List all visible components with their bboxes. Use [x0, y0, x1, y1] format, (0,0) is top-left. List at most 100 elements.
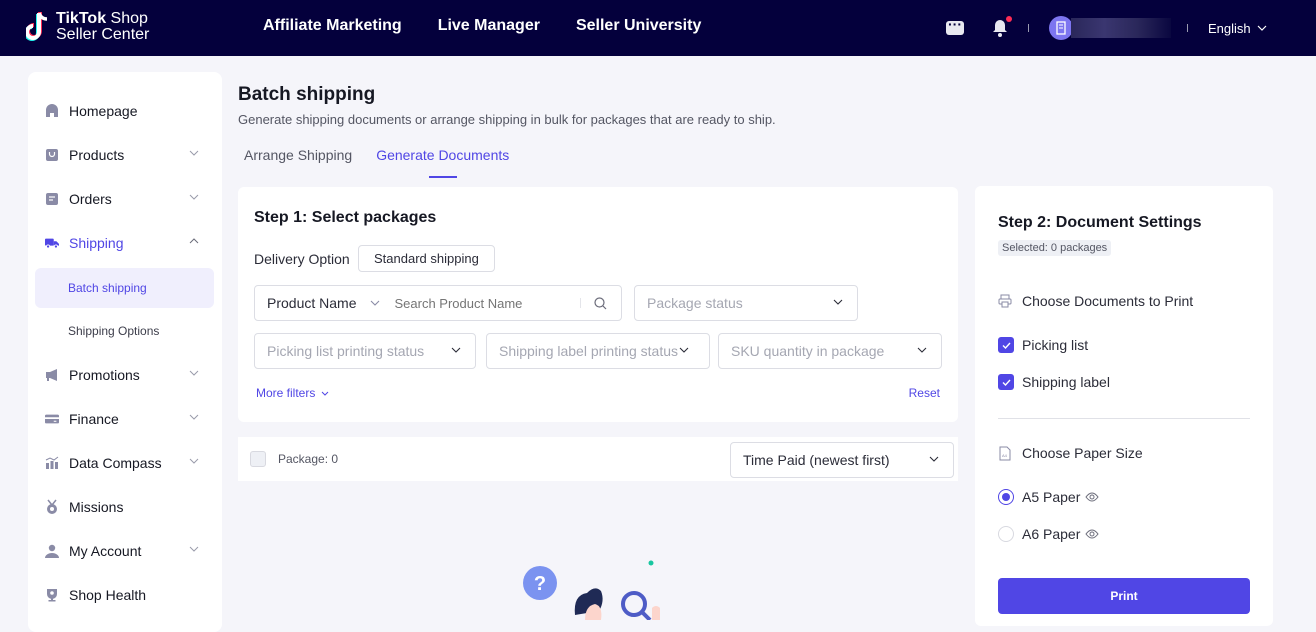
eye-icon[interactable] — [1085, 529, 1100, 539]
nav-live-manager[interactable]: Live Manager — [438, 17, 540, 35]
picking-list-checkbox[interactable] — [998, 337, 1014, 353]
sidebar-item-label: Promotions — [69, 367, 140, 383]
delivery-option-standard-shipping[interactable]: Standard shipping — [358, 245, 495, 272]
reset-link[interactable]: Reset — [909, 386, 940, 400]
package-list-header: Package: 0 Time Paid (newest first) — [238, 437, 958, 481]
sidebar-subitem-shipping-options[interactable]: Shipping Options — [35, 311, 214, 351]
chevron-down-icon — [189, 150, 199, 156]
language-label: English — [1208, 20, 1251, 36]
sidebar-item-data-compass[interactable]: Data Compass — [28, 441, 222, 485]
chart-icon — [45, 456, 59, 470]
product-search-field: Product Name — [254, 285, 622, 321]
sidebar-subitem-batch-shipping[interactable]: Batch shipping — [35, 268, 214, 308]
sidebar-item-label: Shipping — [69, 235, 124, 251]
chevron-down-icon — [189, 546, 199, 552]
top-bar: TikTok Shop Seller Center Affiliate Mark… — [0, 0, 1316, 56]
bag-icon — [45, 148, 59, 162]
svg-text:A4: A4 — [1002, 453, 1008, 458]
chevron-down-icon — [321, 391, 329, 396]
tab-generate-documents[interactable]: Generate Documents — [376, 147, 509, 178]
sidebar-subitem-label: Batch shipping — [68, 281, 147, 295]
chevron-down-icon — [929, 456, 939, 462]
trophy-icon — [45, 588, 59, 602]
chat-icon[interactable] — [946, 16, 964, 35]
language-selector[interactable]: English — [1208, 21, 1267, 36]
a5-paper-radio[interactable] — [998, 489, 1014, 505]
sort-select[interactable]: Time Paid (newest first) — [730, 442, 954, 478]
a6-paper-option[interactable]: A6 Paper — [998, 526, 1100, 542]
select-all-checkbox[interactable] — [250, 451, 266, 467]
package-status-select[interactable]: Package status — [634, 285, 858, 321]
eye-icon[interactable] — [1085, 492, 1100, 502]
sidebar-item-shop-health[interactable]: Shop Health — [28, 573, 222, 617]
megaphone-icon — [45, 368, 59, 382]
logo-shop: Shop — [106, 10, 148, 27]
paper-a4-icon: A4 — [999, 446, 1011, 460]
sidebar-item-label: My Account — [69, 543, 142, 559]
nav-seller-university[interactable]: Seller University — [576, 17, 701, 35]
sidebar-item-shipping[interactable]: Shipping — [28, 221, 222, 265]
tiktok-shop-logo[interactable]: TikTok Shop Seller Center — [24, 10, 150, 44]
sidebar-item-label: Products — [69, 147, 125, 163]
chevron-down-icon — [189, 414, 199, 420]
search-icon[interactable] — [594, 297, 607, 310]
package-count: Package: 0 — [278, 452, 339, 466]
sidebar-item-label: Finance — [69, 411, 119, 427]
shop-avatar[interactable] — [1049, 16, 1073, 40]
selected-count-badge: Selected: 0 packages — [998, 240, 1112, 256]
home-icon — [45, 104, 59, 118]
sidebar-item-homepage[interactable]: Homepage — [28, 89, 222, 133]
step2-card: Step 2: Document Settings Selected: 0 pa… — [975, 186, 1273, 626]
a5-paper-option[interactable]: A5 Paper — [998, 489, 1100, 505]
divider — [1028, 24, 1029, 32]
sidebar-item-orders[interactable]: Orders — [28, 177, 222, 221]
logo-brand: TikTok — [56, 10, 107, 27]
sidebar-item-products[interactable]: Products — [28, 133, 222, 177]
choose-documents-label: Choose Documents to Print — [1022, 293, 1194, 309]
delivery-option-label: Delivery Option — [254, 251, 350, 267]
page-title: Batch shipping — [238, 84, 376, 105]
search-type-select[interactable]: Product Name — [267, 295, 356, 311]
a5-paper-label: A5 Paper — [1022, 489, 1081, 505]
printer-icon — [998, 294, 1012, 308]
bell-icon[interactable] — [992, 16, 1012, 37]
sku-quantity-placeholder: SKU quantity in package — [731, 343, 885, 359]
chevron-down-icon[interactable] — [370, 300, 380, 306]
print-button[interactable]: Print — [998, 578, 1250, 614]
sidebar: Homepage Products Orders Shipping Batch … — [28, 72, 222, 632]
medal-icon — [45, 499, 59, 514]
picking-list-option[interactable]: Picking list — [998, 337, 1088, 353]
picking-list-status-select[interactable]: Picking list printing status — [254, 333, 476, 369]
package-status-placeholder: Package status — [647, 295, 743, 311]
shipping-label-status-placeholder: Shipping label printing status — [499, 343, 679, 359]
a6-paper-radio[interactable] — [998, 526, 1014, 542]
divider — [580, 298, 581, 308]
sku-quantity-select[interactable]: SKU quantity in package — [718, 333, 942, 369]
search-input[interactable] — [394, 295, 575, 311]
chevron-down-icon — [451, 347, 461, 353]
card-icon — [45, 412, 59, 426]
document-icon — [45, 192, 59, 206]
nav-affiliate-marketing[interactable]: Affiliate Marketing — [263, 17, 402, 35]
logo-subtitle: Seller Center — [56, 26, 150, 43]
user-icon — [45, 544, 59, 558]
sidebar-item-label: Data Compass — [69, 455, 162, 471]
step1-title: Step 1: Select packages — [254, 209, 437, 226]
sort-value: Time Paid (newest first) — [743, 452, 890, 468]
divider — [998, 418, 1250, 419]
sidebar-item-promotions[interactable]: Promotions — [28, 353, 222, 397]
tab-arrange-shipping[interactable]: Arrange Shipping — [244, 147, 352, 177]
sidebar-item-missions[interactable]: Missions — [28, 485, 222, 529]
chevron-up-icon — [189, 238, 199, 244]
shipping-label-checkbox[interactable] — [998, 374, 1014, 390]
sidebar-item-my-account[interactable]: My Account — [28, 529, 222, 573]
sidebar-subitem-label: Shipping Options — [68, 324, 160, 338]
shipping-label-option[interactable]: Shipping label — [998, 374, 1110, 390]
picking-list-status-placeholder: Picking list printing status — [267, 343, 425, 359]
step1-card: Step 1: Select packages Delivery Option … — [238, 187, 958, 422]
truck-icon — [45, 236, 59, 250]
sidebar-item-finance[interactable]: Finance — [28, 397, 222, 441]
shipping-label-status-select[interactable]: Shipping label printing status — [486, 333, 710, 369]
more-filters-toggle[interactable]: More filters — [256, 386, 329, 400]
sidebar-item-label: Missions — [69, 499, 124, 515]
